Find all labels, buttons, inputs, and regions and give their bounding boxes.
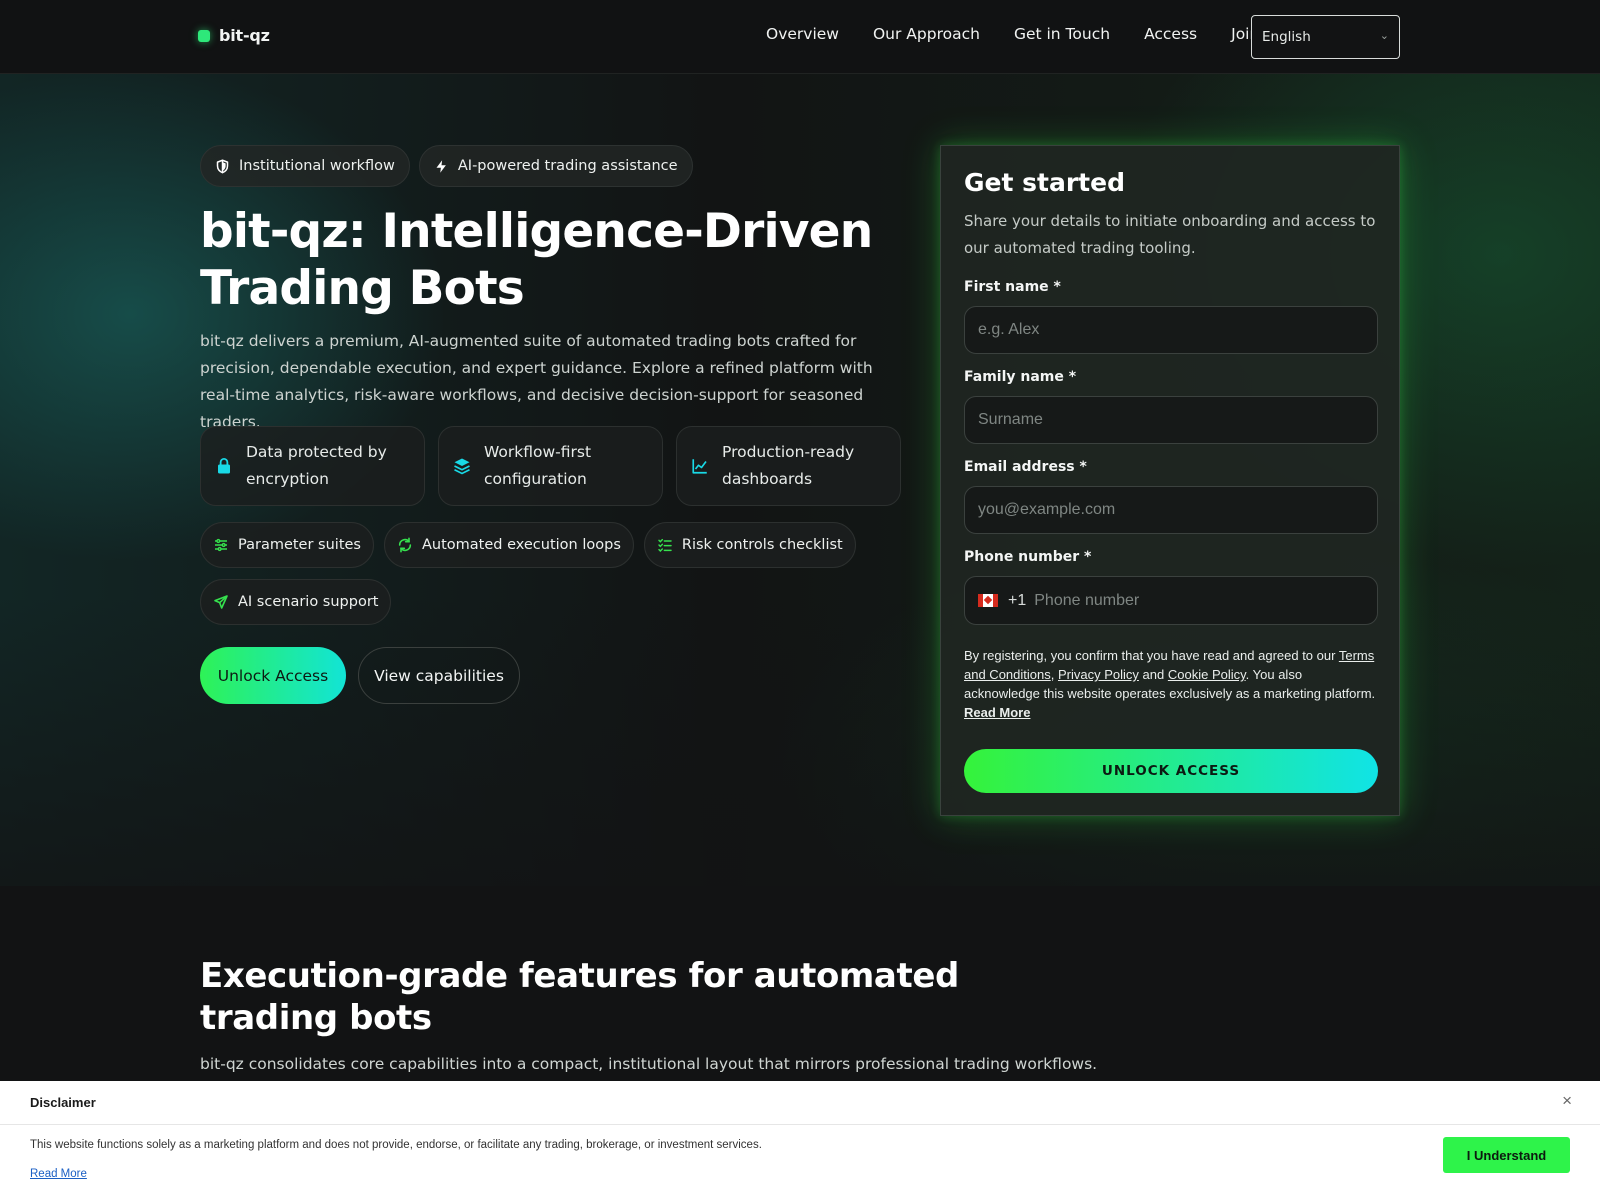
capability-chips-row-2: AI scenario support [200,579,392,625]
refresh-icon [398,537,412,553]
family-name-placeholder: Surname [978,411,1043,428]
lock-icon [218,458,230,474]
brand-name: bit-qz [219,26,270,45]
hero-pills: Institutional workflow AI-powered tradin… [200,145,693,187]
chip-automated-execution-loops: Automated execution loops [383,522,634,568]
signup-form-card: Get started Share your details to initia… [940,145,1400,816]
nav-link-our-approach[interactable]: Our Approach [873,25,980,43]
features-section-title: Execution-grade features for automated t… [200,956,959,1038]
brand-logo[interactable]: bit-qz [198,26,270,45]
read-more-link[interactable]: Read More [964,705,1030,720]
hero-title: bit-qz: Intelligence-Driven Trading Bots [200,204,873,316]
chip-label: AI scenario support [238,594,379,610]
chip-ai-scenario-support: AI scenario support [200,579,392,625]
feature-card-workflow: Workflow-first configuration [438,426,663,506]
cookie-policy-link[interactable]: Cookie Policy [1168,667,1246,682]
pill-label: Institutional workflow [239,158,395,174]
nav-links: Overview Our Approach Get in Touch Acces… [766,25,1293,43]
family-name-label: Family name * [964,369,1077,385]
unlock-access-button[interactable]: Unlock Access [200,647,346,704]
nav-link-get-in-touch[interactable]: Get in Touch [1014,25,1110,43]
checklist-icon [658,538,672,553]
first-name-placeholder: e.g. Alex [978,321,1040,338]
feature-card-label: Data protected by encryption [246,443,387,488]
close-icon[interactable]: × [1562,1091,1572,1111]
phone-dial-code: +1 [1008,591,1027,609]
form-subtitle: Share your details to initiate onboardin… [964,212,1376,257]
canada-flag-icon[interactable] [978,594,998,607]
bolt-icon [436,159,446,173]
legal-consent-text: By registering, you confirm that you hav… [964,648,1376,720]
features-section-description: bit-qz consolidates core capabilities in… [200,1055,1098,1073]
email-field[interactable]: you@example.com [964,486,1378,534]
chevron-down-icon: ⌄ [1379,29,1389,42]
feature-card-label: Workflow-first configuration [484,443,592,488]
email-label: Email address * [964,459,1087,475]
layers-icon [454,458,470,475]
feature-cards: Data protected by encryption Workflow-fi… [200,426,901,506]
form-title: Get started [964,168,1125,197]
language-select-value: English [1262,29,1311,45]
shield-icon [216,159,229,173]
send-icon [214,595,228,609]
disclaimer-read-more-link[interactable]: Read More [30,1168,87,1180]
hero-description: bit-qz delivers a premium, AI-augmented … [200,332,873,431]
first-name-label: First name * [964,279,1061,295]
nav-link-overview[interactable]: Overview [766,25,839,43]
language-select[interactable]: English ⌄ [1251,15,1400,59]
phone-field[interactable]: +1 Phone number [964,576,1378,625]
nav-link-access[interactable]: Access [1144,25,1197,43]
form-submit-button[interactable]: UNLOCK ACCESS [964,749,1378,793]
pill-institutional-workflow: Institutional workflow [200,145,410,187]
capability-chips-row-1: Parameter suites Automated execution loo… [200,522,856,568]
view-capabilities-button[interactable]: View capabilities [358,647,520,704]
disclaimer-header: Disclaimer × [0,1081,1600,1125]
disclaimer-text: This website functions solely as a marke… [30,1139,762,1151]
disclaimer-banner: Disclaimer × This website functions sole… [0,1081,1600,1200]
brand-mark-icon [198,29,210,42]
chart-line-icon [692,459,707,474]
family-name-field[interactable]: Surname [964,396,1378,444]
feature-card-dashboards: Production-ready dashboards [676,426,901,506]
chip-risk-controls-checklist: Risk controls checklist [643,522,856,568]
i-understand-button[interactable]: I Understand [1443,1137,1570,1173]
top-navbar: bit-qz Overview Our Approach Get in Touc… [0,0,1600,74]
chip-label: Risk controls checklist [681,537,843,553]
first-name-field[interactable]: e.g. Alex [964,306,1378,354]
phone-placeholder: Phone number [1034,591,1140,609]
pill-ai-trading-assistance: AI-powered trading assistance [418,145,693,187]
phone-label: Phone number * [964,549,1092,565]
privacy-policy-link[interactable]: Privacy Policy [1058,667,1139,682]
pill-label: AI-powered trading assistance [457,158,678,174]
sliders-icon [215,538,227,552]
chip-parameter-suites: Parameter suites [200,522,374,568]
email-placeholder: you@example.com [978,501,1116,518]
feature-card-encryption: Data protected by encryption [200,426,425,506]
feature-card-label: Production-ready dashboards [722,443,855,488]
disclaimer-title: Disclaimer [30,1095,96,1110]
chip-label: Parameter suites [238,537,361,553]
chip-label: Automated execution loops [421,537,621,553]
